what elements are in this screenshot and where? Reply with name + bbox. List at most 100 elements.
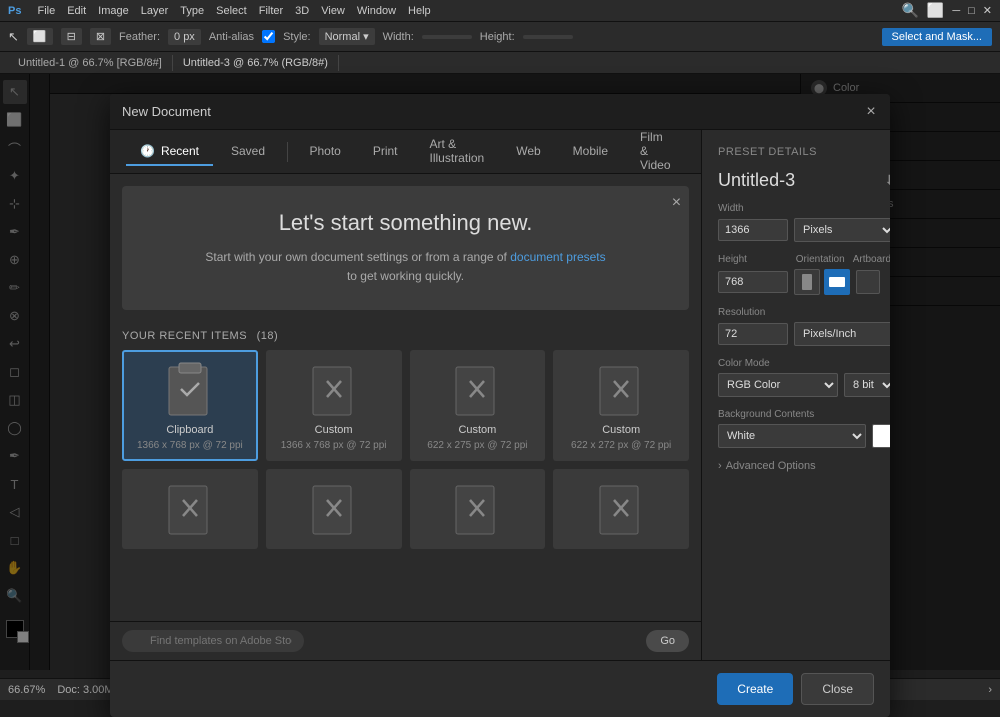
search-wrapper: 🔍: [122, 630, 638, 652]
height-controls-row: [718, 269, 890, 295]
menu-view[interactable]: View: [321, 5, 345, 17]
dialog-header: New Document ×: [110, 94, 890, 130]
recent-item-name-1: Custom: [315, 424, 353, 436]
recent-clock-icon: 🕐: [140, 144, 155, 158]
orientation-label: Orientation: [796, 254, 845, 265]
welcome-close-button[interactable]: ×: [672, 194, 681, 212]
tool-mode-dropdown[interactable]: ⬜: [27, 28, 53, 45]
search-icon[interactable]: 🔍: [901, 2, 918, 19]
recent-item-1[interactable]: Custom 1366 x 768 px @ 72 ppi: [266, 350, 402, 461]
recent-item-5[interactable]: [266, 469, 402, 549]
menu-file[interactable]: File: [37, 5, 55, 17]
create-button[interactable]: Create: [717, 673, 793, 705]
recent-item-6[interactable]: [410, 469, 546, 549]
tab-mobile[interactable]: Mobile: [559, 138, 622, 166]
background-select[interactable]: White Black Background Color Transparent: [718, 424, 866, 448]
recent-item-clipboard[interactable]: Clipboard 1366 x 768 px @ 72 ppi: [122, 350, 258, 461]
height-input[interactable]: [718, 271, 788, 293]
template-search-input[interactable]: [122, 630, 304, 652]
menu-filter[interactable]: Filter: [259, 5, 283, 17]
recent-item-size-0: 1366 x 768 px @ 72 ppi: [137, 440, 243, 451]
dialog-body: 🕐 Recent Saved Photo Print: [110, 130, 890, 660]
preset-name-row: Untitled-3 ⬇: [718, 170, 890, 191]
custom-file-icon-5: [304, 479, 364, 539]
width-unit-select[interactable]: Pixels Inches Centimeters: [794, 218, 890, 242]
menu-help[interactable]: Help: [408, 5, 431, 17]
menu-bar: Ps File Edit Image Layer Type Select Fil…: [0, 0, 1000, 22]
width-input[interactable]: [422, 35, 472, 39]
style-label: Style:: [283, 31, 311, 43]
menu-image[interactable]: Image: [98, 5, 129, 17]
width-row: Pixels Inches Centimeters: [718, 218, 890, 242]
recent-item-7[interactable]: [553, 469, 689, 549]
clipboard-file-icon: [160, 360, 220, 420]
width-input[interactable]: [718, 219, 788, 241]
orientation-portrait-button[interactable]: [794, 269, 820, 295]
tab-web[interactable]: Web: [502, 138, 554, 166]
recent-item-2[interactable]: Custom 622 x 275 px @ 72 ppi: [410, 350, 546, 461]
color-mode-row: RGB Color CMYK Color Grayscale 8 bit 16 …: [718, 373, 890, 397]
menu-layer[interactable]: Layer: [141, 5, 169, 17]
chevron-right-icon: ›: [718, 460, 722, 472]
menu-edit[interactable]: Edit: [67, 5, 86, 17]
width-field-group: Width Pixels Inches Centimeters: [718, 203, 890, 242]
tool-intersect-icon[interactable]: ⊠: [90, 28, 111, 45]
tab-print[interactable]: Print: [359, 138, 412, 166]
custom-file-icon-3: [591, 360, 651, 420]
background-field-group: Background Contents White Black Backgrou…: [718, 409, 890, 448]
tab-recent[interactable]: 🕐 Recent: [126, 138, 213, 166]
recent-item-4[interactable]: [122, 469, 258, 549]
custom-file-icon-7: [591, 479, 651, 539]
color-mode-select[interactable]: RGB Color CMYK Color Grayscale: [718, 373, 838, 397]
tab-untitled3[interactable]: Untitled-3 @ 66.7% (RGB/8#): [173, 55, 339, 71]
background-color-swatch[interactable]: [872, 424, 890, 448]
menu-type[interactable]: Type: [180, 5, 204, 17]
welcome-subtitle: Start with your own document settings or…: [146, 248, 665, 286]
resolution-unit-select[interactable]: Pixels/Inch Pixels/Centimeter: [794, 322, 890, 346]
height-input[interactable]: [523, 35, 573, 39]
anti-alias-checkbox[interactable]: [262, 30, 275, 43]
save-preset-icon[interactable]: ⬇: [884, 172, 890, 189]
search-go-button[interactable]: Go: [646, 630, 689, 652]
feather-input[interactable]: 0 px: [168, 29, 201, 45]
recent-item-name-3: Custom: [602, 424, 640, 436]
tab-untitled1[interactable]: Untitled-1 @ 66.7% [RGB/8#]: [8, 55, 173, 71]
background-row: White Black Background Color Transparent: [718, 424, 890, 448]
tab-film-video[interactable]: Film & Video: [626, 124, 685, 180]
document-tabs: Untitled-1 @ 66.7% [RGB/8#] Untitled-3 @…: [0, 52, 1000, 74]
minimize-icon[interactable]: ─: [952, 5, 960, 17]
welcome-title: Let's start something new.: [146, 210, 665, 236]
close-button[interactable]: Close: [801, 673, 874, 705]
resolution-field-group: Resolution Pixels/Inch Pixels/Centimeter: [718, 307, 890, 346]
menu-select[interactable]: Select: [216, 5, 247, 17]
main-area: ↖ ⬜ ⌒ ✦ ⊹ ✒ ⊕ ✏ ⊗ ↩ ◻ ◫ ◯ ✒ T ◁ □ ✋ 🔍 ⬤ …: [0, 74, 1000, 670]
preset-section-title: PRESET DETAILS: [718, 146, 890, 158]
resolution-row: Pixels/Inch Pixels/Centimeter: [718, 322, 890, 346]
orientation-landscape-button[interactable]: [824, 269, 850, 295]
dialog-close-button[interactable]: ×: [862, 103, 880, 121]
custom-file-icon-2: [447, 360, 507, 420]
select-mask-button[interactable]: Select and Mask...: [882, 28, 993, 46]
window-close-icon[interactable]: ✕: [983, 4, 992, 17]
menu-window[interactable]: Window: [357, 5, 396, 17]
recent-item-3[interactable]: Custom 622 x 272 px @ 72 ppi: [553, 350, 689, 461]
artboards-checkbox[interactable]: [856, 270, 880, 294]
tab-saved[interactable]: Saved: [217, 138, 279, 166]
tab-art-illustration[interactable]: Art & Illustration: [416, 131, 499, 173]
tool-subtract-icon[interactable]: ⊟: [61, 28, 82, 45]
height-label: Height: [718, 254, 788, 265]
recent-item-name-2: Custom: [458, 424, 496, 436]
height-label: Height:: [480, 31, 515, 43]
color-mode-field-group: Color Mode RGB Color CMYK Color Grayscal…: [718, 358, 890, 397]
advanced-options-link[interactable]: › Advanced Options: [718, 460, 890, 472]
welcome-presets-link[interactable]: document presets: [510, 250, 605, 264]
menu-3d[interactable]: 3D: [295, 5, 309, 17]
resolution-input[interactable]: [718, 323, 788, 345]
style-dropdown[interactable]: Normal ▾: [319, 28, 375, 45]
app-logo: Ps: [8, 5, 21, 17]
tab-photo[interactable]: Photo: [295, 138, 354, 166]
bit-depth-select[interactable]: 8 bit 16 bit 32 bit: [844, 373, 890, 397]
recent-item-size-3: 622 x 272 px @ 72 ppi: [571, 440, 671, 451]
arrange-icon[interactable]: ⬜: [927, 2, 944, 19]
maximize-icon[interactable]: □: [968, 5, 975, 17]
